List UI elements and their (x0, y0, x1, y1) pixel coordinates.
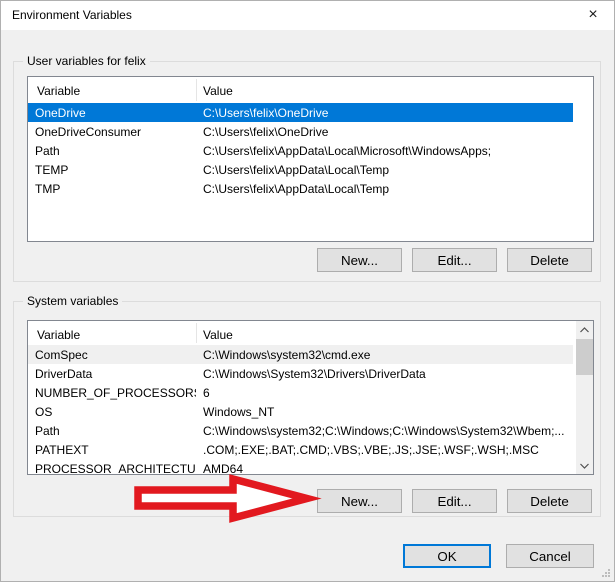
cell-value: AMD64 (196, 462, 573, 476)
user-variables-table[interactable]: Variable Value OneDrive C:\Users\felix\O… (27, 76, 594, 242)
table-header[interactable]: Variable Value (28, 77, 593, 103)
cell-variable: OS (28, 405, 196, 419)
user-variables-group-label: User variables for felix (23, 54, 150, 68)
close-icon[interactable]: × (577, 2, 609, 28)
user-delete-button[interactable]: Delete (507, 248, 592, 272)
column-divider[interactable] (196, 79, 197, 101)
column-header-variable[interactable]: Variable (37, 84, 80, 98)
system-delete-button[interactable]: Delete (507, 489, 592, 513)
cell-value: C:\Users\felix\AppData\Local\Temp (196, 182, 573, 196)
cell-variable: TMP (28, 182, 196, 196)
title-bar: Environment Variables × (1, 1, 614, 30)
cell-value: C:\Windows\System32\Drivers\DriverData (196, 367, 573, 381)
cell-variable: NUMBER_OF_PROCESSORS (28, 386, 196, 400)
system-variables-table[interactable]: Variable Value ComSpec C:\Windows\system… (27, 320, 594, 475)
cell-variable: OneDrive (28, 106, 196, 120)
chevron-down-icon[interactable] (576, 457, 593, 474)
resize-grip-icon[interactable] (600, 567, 610, 577)
cell-value: .COM;.EXE;.BAT;.CMD;.VBS;.VBE;.JS;.JSE;.… (196, 443, 573, 457)
table-row[interactable]: OS Windows_NT (28, 402, 573, 421)
table-row[interactable]: Path C:\Users\felix\AppData\Local\Micros… (28, 141, 573, 160)
table-row[interactable]: TEMP C:\Users\felix\AppData\Local\Temp (28, 160, 573, 179)
cell-variable: Path (28, 144, 196, 158)
table-row[interactable]: TMP C:\Users\felix\AppData\Local\Temp (28, 179, 573, 198)
ok-button[interactable]: OK (403, 544, 491, 568)
column-header-value[interactable]: Value (203, 84, 233, 98)
table-row[interactable]: PROCESSOR_ARCHITECTURE AMD64 (28, 459, 573, 475)
cell-variable: PROCESSOR_ARCHITECTURE (28, 462, 196, 476)
cell-variable: PATHEXT (28, 443, 196, 457)
table-row[interactable]: OneDrive C:\Users\felix\OneDrive (28, 103, 573, 122)
user-edit-button[interactable]: Edit... (412, 248, 497, 272)
cell-variable: ComSpec (28, 348, 196, 362)
table-row[interactable]: Path C:\Windows\system32;C:\Windows;C:\W… (28, 421, 573, 440)
table-row[interactable]: OneDriveConsumer C:\Users\felix\OneDrive (28, 122, 573, 141)
cell-value: 6 (196, 386, 573, 400)
table-row[interactable]: DriverData C:\Windows\System32\Drivers\D… (28, 364, 573, 383)
cell-variable: OneDriveConsumer (28, 125, 196, 139)
vertical-scrollbar[interactable] (576, 321, 593, 474)
cell-variable: Path (28, 424, 196, 438)
cell-variable: TEMP (28, 163, 196, 177)
cell-value: C:\Users\felix\AppData\Local\Microsoft\W… (196, 144, 573, 158)
cell-value: C:\Windows\system32;C:\Windows;C:\Window… (196, 424, 573, 438)
cell-value: Windows_NT (196, 405, 573, 419)
system-new-button[interactable]: New... (317, 489, 402, 513)
system-edit-button[interactable]: Edit... (412, 489, 497, 513)
window-title: Environment Variables (12, 8, 132, 22)
chevron-up-icon[interactable] (576, 321, 593, 338)
cancel-button[interactable]: Cancel (506, 544, 594, 568)
column-header-variable[interactable]: Variable (37, 328, 80, 342)
scrollbar-thumb[interactable] (576, 339, 593, 375)
table-row[interactable]: PATHEXT .COM;.EXE;.BAT;.CMD;.VBS;.VBE;.J… (28, 440, 573, 459)
cell-value: C:\Users\felix\AppData\Local\Temp (196, 163, 573, 177)
environment-variables-dialog: { "window": { "title": "Environment Vari… (0, 0, 615, 582)
user-new-button[interactable]: New... (317, 248, 402, 272)
cell-value: C:\Users\felix\OneDrive (196, 125, 573, 139)
cell-value: C:\Windows\system32\cmd.exe (196, 348, 573, 362)
table-header[interactable]: Variable Value (28, 321, 593, 345)
table-row[interactable]: ComSpec C:\Windows\system32\cmd.exe (28, 345, 573, 364)
column-header-value[interactable]: Value (203, 328, 233, 342)
cell-variable: DriverData (28, 367, 196, 381)
cell-value: C:\Users\felix\OneDrive (196, 106, 573, 120)
table-row[interactable]: NUMBER_OF_PROCESSORS 6 (28, 383, 573, 402)
user-variables-group: User variables for felix Variable Value … (13, 61, 601, 282)
system-variables-group: System variables Variable Value ComSpec … (13, 301, 601, 517)
system-variables-group-label: System variables (23, 294, 122, 308)
column-divider[interactable] (196, 323, 197, 343)
